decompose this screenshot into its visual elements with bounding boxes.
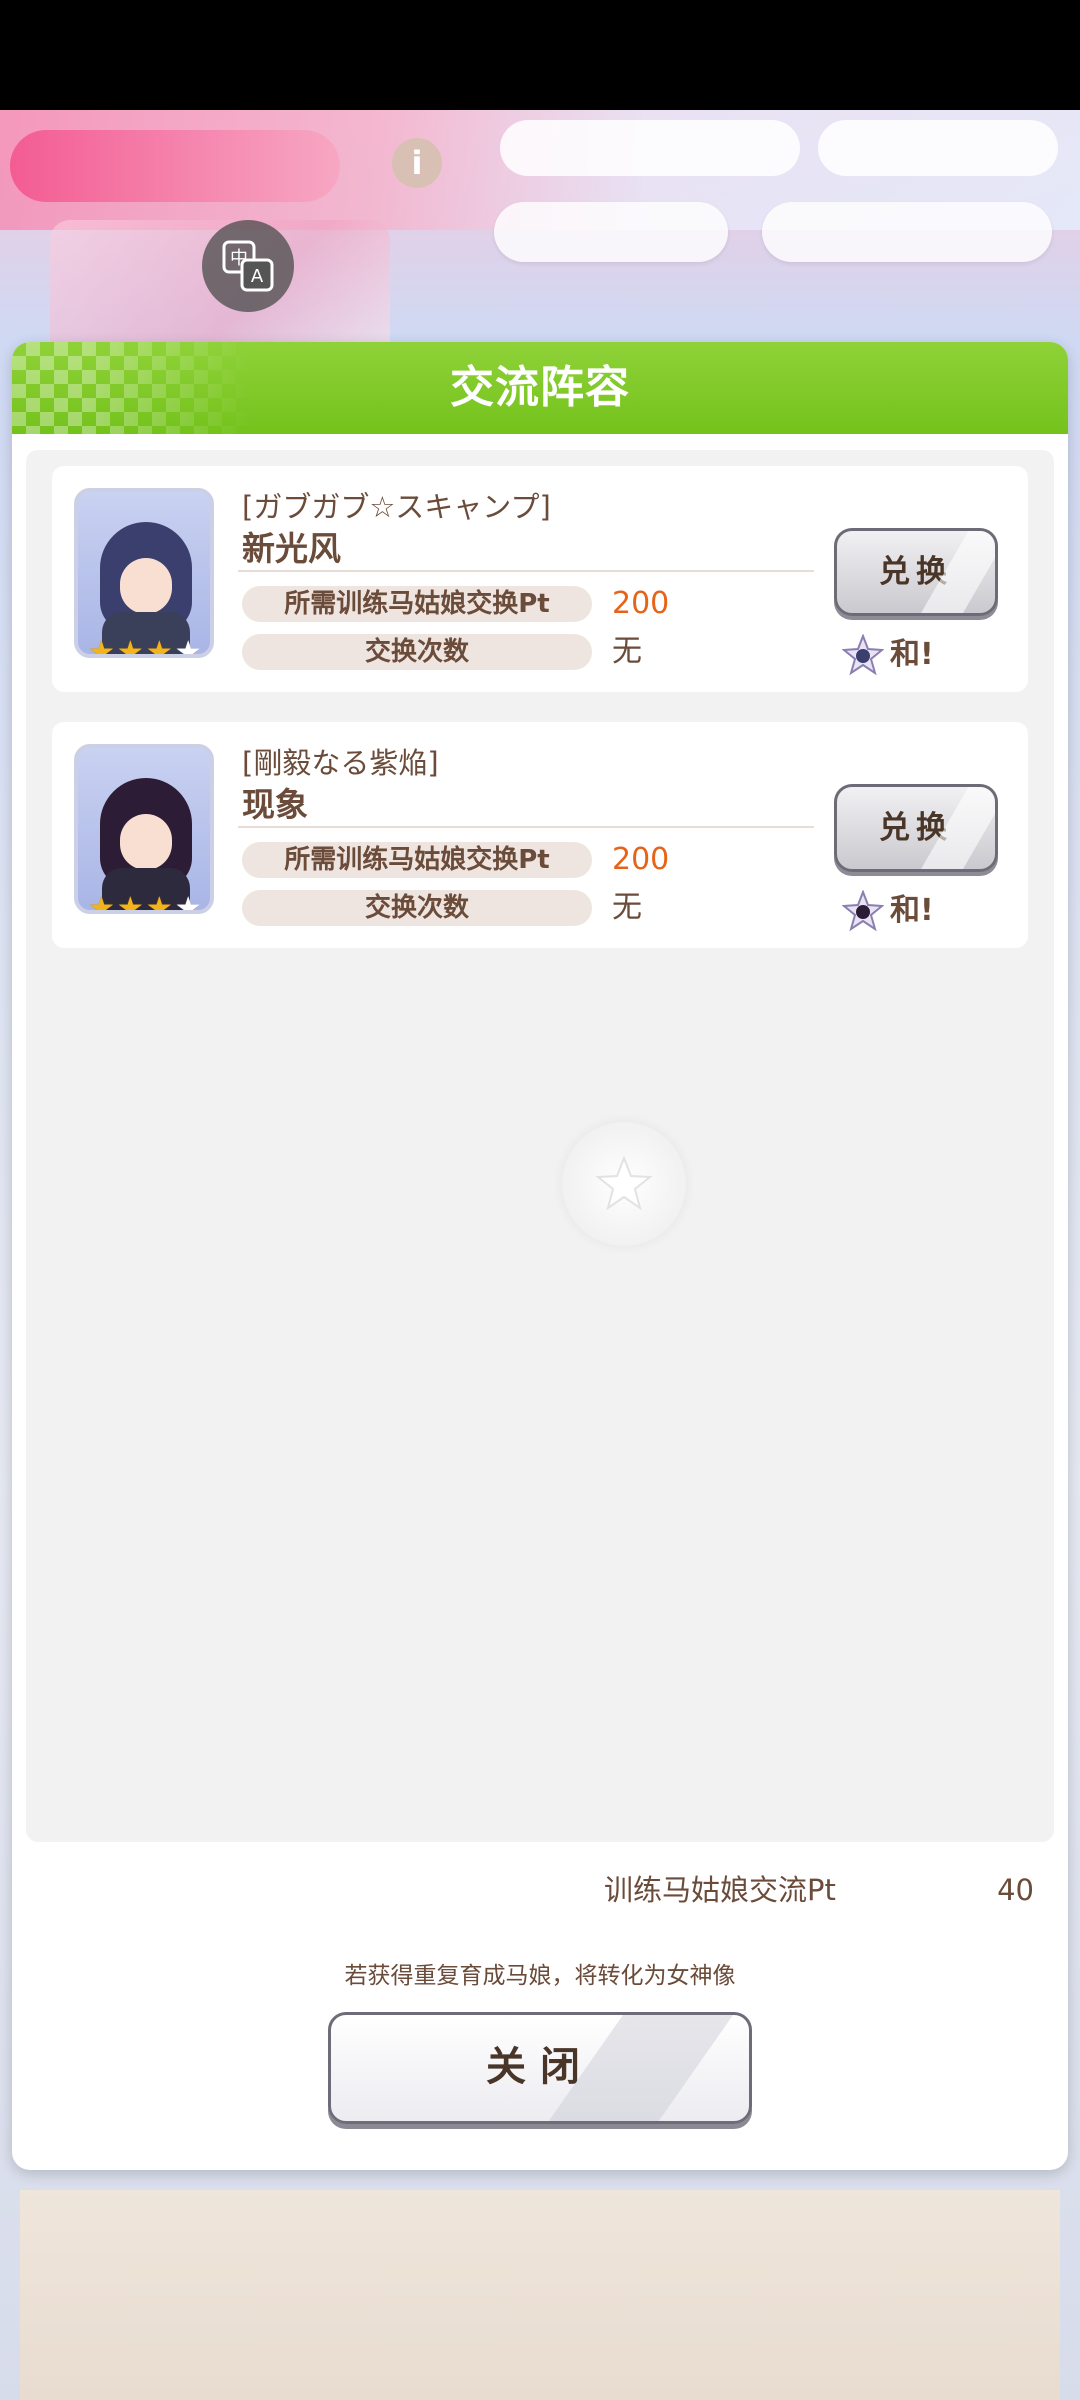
status-bar — [0, 0, 1080, 110]
star-icon: ★ — [174, 891, 202, 914]
character-portrait: ★ ★ ★ ★ — [74, 488, 214, 658]
card-name: 新光风 — [242, 529, 341, 568]
cost-label: 所需训练马姑娘交换Pt — [242, 586, 592, 622]
background-info-icon: i — [392, 138, 442, 188]
star-icon: ★ — [116, 635, 144, 658]
star-icon: ★ — [116, 891, 144, 914]
portrait-face — [120, 558, 172, 614]
goddess-statue-icon — [842, 890, 884, 932]
count-label: 交换次数 — [242, 890, 592, 926]
close-button[interactable]: 关闭 — [328, 2012, 752, 2124]
dialog-header: 交流阵容 — [12, 342, 1068, 434]
count-value: 无 — [612, 890, 642, 925]
exchange-button[interactable]: 兑换 — [834, 784, 998, 872]
card-list[interactable]: ★ ★ ★ ★ [ガブガブ☆スキャンプ] 新光风 所需训练马姑娘交换Pt 200… — [26, 450, 1054, 1842]
portrait-face — [120, 814, 172, 870]
star-icon: ★ — [88, 891, 115, 914]
background-bottom-nav — [20, 2190, 1060, 2400]
cost-label: 所需训练马姑娘交换Pt — [242, 842, 592, 878]
star-icon: ★ — [145, 635, 173, 658]
exchange-dialog: 交流阵容 ★ ★ ★ ★ [ガブガブ☆スキャンプ] 新光风 所需训练马姑娘交换P… — [12, 342, 1068, 2170]
pt-label: 训练马姑娘交流Pt — [604, 1873, 836, 1907]
pt-value: 40 — [997, 1873, 1034, 1907]
card-divider — [238, 570, 814, 572]
goddess-label: 和! — [890, 893, 934, 928]
card-subtitle: [剛毅なる紫焔] — [242, 746, 439, 780]
star-icon: ★ — [88, 635, 115, 658]
background-menu-pill — [494, 202, 728, 262]
count-value: 无 — [612, 634, 642, 669]
cost-value: 200 — [612, 842, 670, 877]
background-currency-pill — [500, 120, 800, 176]
goddess-label: 和! — [890, 637, 934, 672]
count-label: 交换次数 — [242, 634, 592, 670]
exchange-card: ★ ★ ★ ★ [剛毅なる紫焔] 现象 所需训练马姑娘交换Pt 200 交换次数… — [52, 722, 1028, 948]
card-subtitle: [ガブガブ☆スキャンプ] — [242, 490, 551, 524]
character-portrait: ★ ★ ★ ★ — [74, 744, 214, 914]
background-currency-pill — [818, 120, 1058, 176]
star-loading-icon — [562, 1122, 686, 1246]
translate-button[interactable]: 中 A — [202, 220, 294, 312]
card-divider — [238, 826, 814, 828]
cost-value: 200 — [612, 586, 670, 621]
notice-text: 若获得重复育成马娘，将转化为女神像 — [344, 1963, 736, 1989]
pt-balance-bar: 训练马姑娘交流Pt 40 — [584, 1866, 1052, 1914]
star-icon: ★ — [145, 891, 173, 914]
translate-icon: 中 A — [222, 240, 274, 292]
screen: i 中 A 交流阵容 ★ ★ ★ ★ [ガブガブ☆スキャンプ] 新光风 所需训练… — [0, 0, 1080, 2400]
star-icon: ★ — [174, 635, 202, 658]
goddess-statue-icon — [842, 634, 884, 676]
background-menu-pill — [762, 202, 1052, 262]
svg-text:A: A — [251, 266, 264, 287]
exchange-card: ★ ★ ★ ★ [ガブガブ☆スキャンプ] 新光风 所需训练马姑娘交换Pt 200… — [52, 466, 1028, 692]
dialog-title: 交流阵容 — [450, 362, 630, 413]
background-back-button — [10, 130, 340, 202]
rarity-stars: ★ ★ ★ ★ — [88, 635, 202, 658]
rarity-stars: ★ ★ ★ ★ — [88, 891, 202, 914]
card-name: 现象 — [242, 785, 308, 824]
star-loading-glyph — [595, 1155, 653, 1211]
exchange-button[interactable]: 兑换 — [834, 528, 998, 616]
